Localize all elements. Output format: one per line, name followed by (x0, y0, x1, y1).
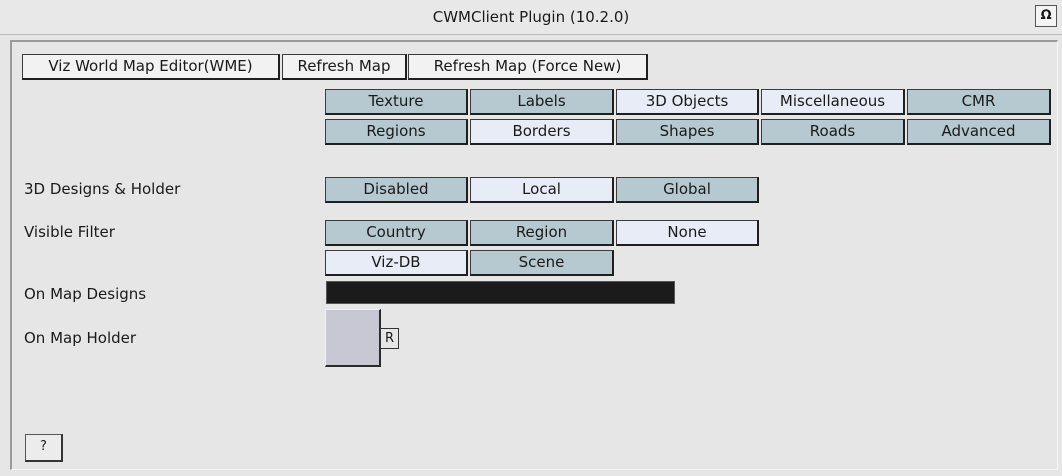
filter-scene-button[interactable]: Scene (470, 250, 614, 276)
filter-viz-db-button[interactable]: Viz-DB (325, 250, 468, 276)
on-map-designs-field[interactable] (326, 281, 675, 304)
designs-disabled-button[interactable]: Disabled (325, 177, 468, 203)
tab-texture[interactable]: Texture (325, 89, 468, 115)
title-bar: CWMClient Plugin (10.2.0) Ω (0, 0, 1062, 35)
tab-advanced[interactable]: Advanced (907, 119, 1051, 145)
tab-labels[interactable]: Labels (470, 89, 614, 115)
tab-3d-objects[interactable]: 3D Objects (616, 89, 759, 115)
tab-roads[interactable]: Roads (761, 119, 905, 145)
tab-miscellaneous[interactable]: Miscellaneous (761, 89, 905, 115)
plugin-info-icon[interactable]: Ω (1035, 5, 1057, 27)
visible-filter-label: Visible Filter (24, 223, 115, 241)
refresh-map-button[interactable]: Refresh Map (282, 54, 407, 80)
filter-country-button[interactable]: Country (325, 220, 468, 246)
designs-local-button[interactable]: Local (470, 177, 614, 203)
help-button[interactable]: ? (25, 434, 63, 462)
holder-reset-button[interactable]: R (380, 328, 399, 349)
window-title: CWMClient Plugin (10.2.0) (432, 8, 630, 26)
designs-global-button[interactable]: Global (616, 177, 759, 203)
on-map-designs-label: On Map Designs (24, 285, 147, 303)
tab-regions[interactable]: Regions (325, 119, 468, 145)
designs-holder-label: 3D Designs & Holder (24, 180, 181, 198)
wme-button[interactable]: Viz World Map Editor(WME) (22, 54, 280, 80)
on-map-holder-label: On Map Holder (24, 329, 137, 347)
tab-cmr[interactable]: CMR (907, 89, 1051, 115)
refresh-map-force-button[interactable]: Refresh Map (Force New) (408, 54, 648, 80)
filter-none-button[interactable]: None (616, 220, 759, 246)
on-map-holder-drop-slot[interactable] (325, 309, 381, 367)
tab-shapes[interactable]: Shapes (616, 119, 759, 145)
tab-borders[interactable]: Borders (470, 119, 614, 145)
filter-region-button[interactable]: Region (470, 220, 614, 246)
